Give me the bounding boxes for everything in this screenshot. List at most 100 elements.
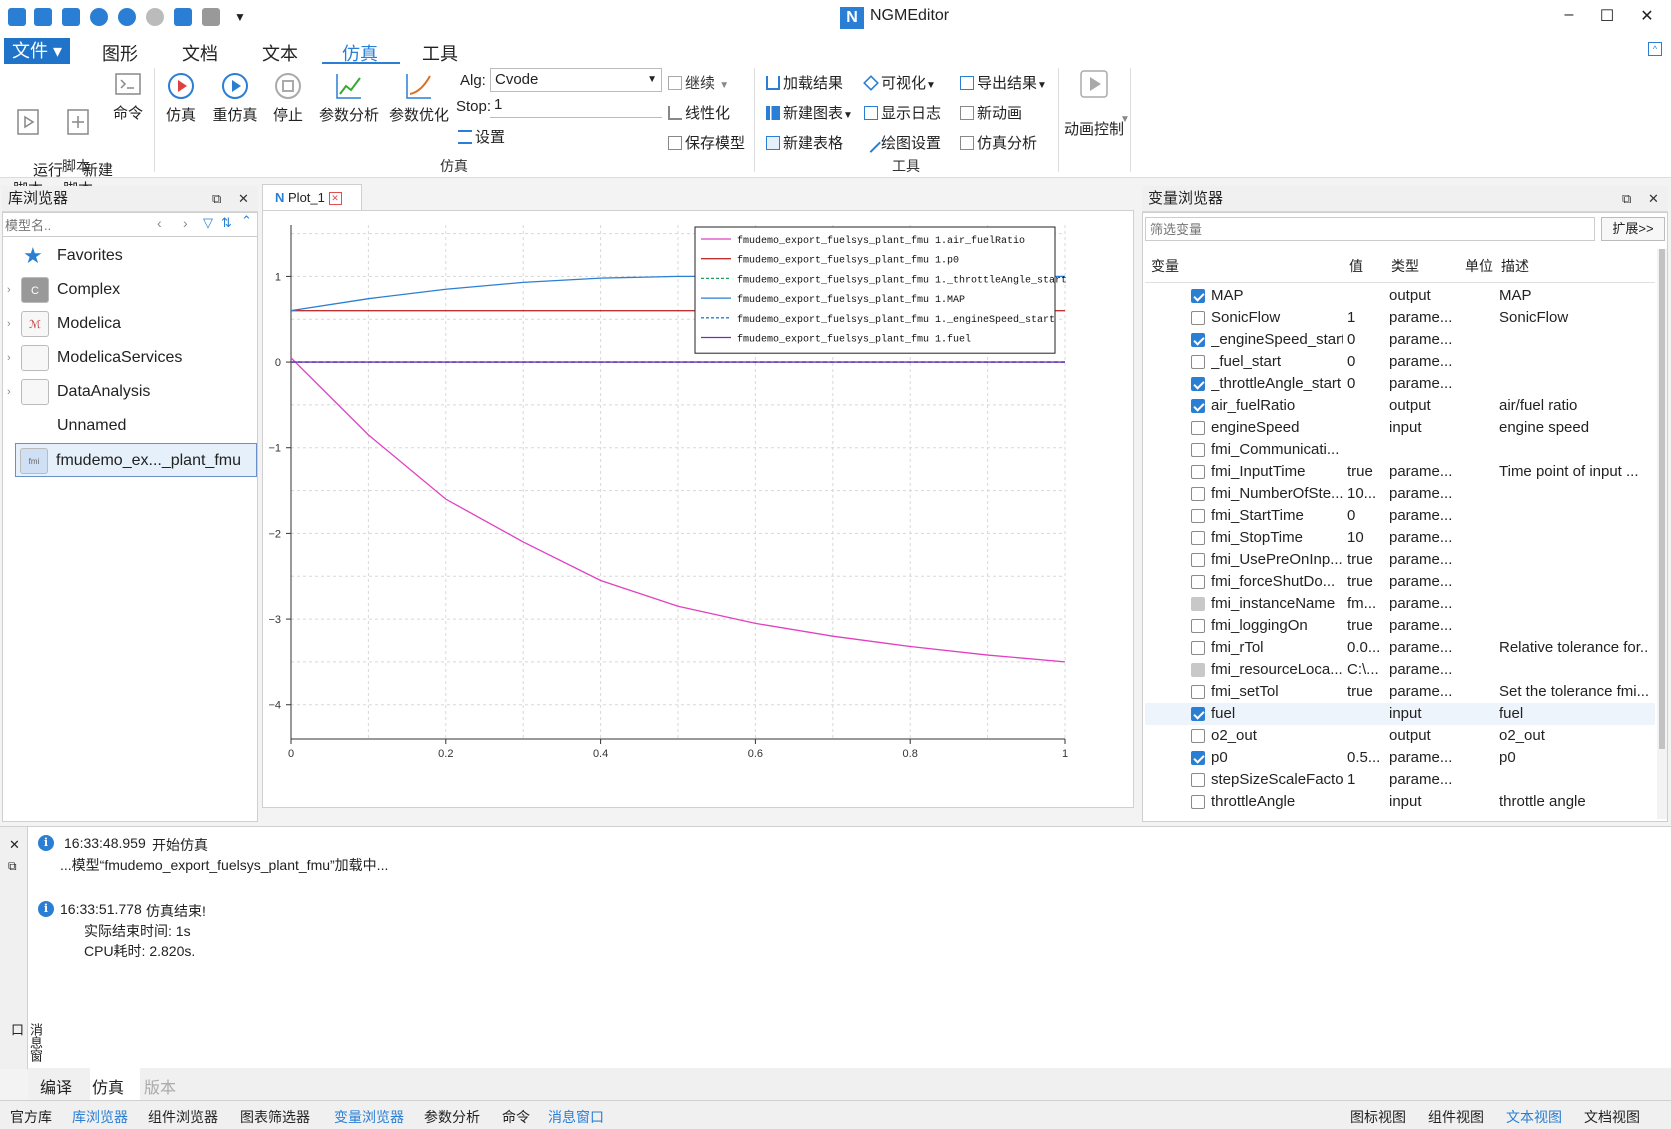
tab-compile[interactable]: 编译 — [40, 1074, 72, 1098]
variable-checkbox[interactable] — [1191, 773, 1205, 787]
variable-checkbox[interactable] — [1191, 421, 1205, 435]
variable-checkbox[interactable] — [1191, 795, 1205, 809]
close-icon[interactable]: ✕ — [1632, 6, 1662, 26]
resimulate-button[interactable]: 重仿真 — [210, 70, 260, 125]
library-item-modelica-services[interactable]: › ModelicaServices — [3, 341, 257, 375]
variable-row[interactable]: fmi_instanceName fm... parame... — [1145, 593, 1655, 615]
float-panel-icon[interactable]: ⧉ — [1622, 186, 1631, 212]
variable-row[interactable]: fmi_StartTime 0 parame... — [1145, 505, 1655, 527]
close-message-icon[interactable]: ✕ — [9, 837, 20, 853]
sb-official-library[interactable]: 官方库 — [10, 1107, 52, 1127]
message-window-side-label[interactable]: 消息窗口 — [7, 1023, 45, 1069]
maximize-icon[interactable]: ☐ — [1592, 6, 1622, 26]
linearize-button[interactable]: 线性化 — [668, 102, 730, 123]
back-icon[interactable]: ‹ — [157, 215, 162, 231]
forward-icon[interactable]: › — [183, 215, 188, 231]
variable-row[interactable]: fmi_resourceLoca... C:\... parame... — [1145, 659, 1655, 681]
variable-row[interactable]: fmi_setTol true parame... Set the tolerance… — [1145, 681, 1655, 703]
new-table-button[interactable]: 新建表格 — [766, 132, 843, 153]
variable-row[interactable]: fmi_Communicati... — [1145, 439, 1655, 461]
sort-icon[interactable]: ⇅ — [221, 215, 232, 231]
expand-arrow-icon[interactable]: › — [7, 273, 11, 307]
variable-row[interactable]: p0 0.5... parame... p0 — [1145, 747, 1655, 769]
library-search-input[interactable] — [5, 215, 145, 235]
sim-analysis-button[interactable]: 仿真分析 — [960, 132, 1037, 153]
variable-row[interactable]: air_fuelRatio output air/fuel ratio — [1145, 395, 1655, 417]
library-item-data-analysis[interactable]: › DataAnalysis — [3, 375, 257, 409]
param-analysis-button[interactable]: 参数分析 — [318, 70, 380, 125]
new-file-icon[interactable] — [8, 8, 26, 26]
variable-checkbox[interactable] — [1191, 751, 1205, 765]
code-icon[interactable] — [202, 8, 220, 26]
save-model-button[interactable]: 保存模型 — [668, 132, 745, 153]
expand-arrow-icon[interactable]: › — [7, 307, 11, 341]
settings-button[interactable]: 设置 — [458, 126, 505, 147]
float-panel-icon[interactable]: ⧉ — [212, 186, 221, 212]
ribbon-expand-icon[interactable]: ▼ — [1120, 114, 1130, 125]
stop-icon[interactable] — [146, 8, 164, 26]
menu-file[interactable]: 文件 ▾ — [4, 38, 70, 64]
tab-version[interactable]: 版本 — [144, 1074, 176, 1098]
sb-component-browser[interactable]: 组件浏览器 — [148, 1107, 218, 1127]
tab-plot-1[interactable]: N Plot_1 ✕ — [262, 184, 362, 210]
open-folder-icon[interactable] — [34, 8, 52, 26]
variable-row[interactable]: throttleAngle input throttle angle — [1145, 791, 1655, 813]
sb-document-view[interactable]: 文档视图 — [1584, 1107, 1640, 1127]
library-item-unnamed[interactable]: Unnamed — [3, 409, 257, 443]
col-unit-header[interactable]: 单位 — [1465, 249, 1493, 283]
variable-checkbox[interactable] — [1191, 289, 1205, 303]
menu-graphics[interactable]: 图形 — [102, 40, 138, 66]
variable-row[interactable]: SonicFlow 1 parame... SonicFlow — [1145, 307, 1655, 329]
close-tab-icon[interactable]: ✕ — [328, 192, 342, 205]
variable-row[interactable]: fmi_rTol 0.0... parame... Relative toleranc… — [1145, 637, 1655, 659]
variable-checkbox[interactable] — [1191, 553, 1205, 567]
plot-area[interactable]: 0 0.2 0.4 0.6 0.8 1 1 0 −1 −2 −3 −4 fmudemo_export_f… — [262, 210, 1134, 808]
sb-text-view[interactable]: 文本视图 — [1506, 1107, 1562, 1127]
variable-checkbox[interactable] — [1191, 311, 1205, 325]
plot-settings-button[interactable]: 绘图设置 — [861, 132, 941, 153]
collapse-ribbon-icon[interactable]: ^ — [1648, 42, 1662, 56]
variable-row[interactable]: fmi_StopTime 10 parame... — [1145, 527, 1655, 549]
variable-row[interactable]: _engineSpeed_start 0 parame... — [1145, 329, 1655, 351]
sb-variable-browser[interactable]: 变量浏览器 — [334, 1107, 404, 1127]
filter-icon[interactable]: ▽ — [203, 215, 213, 231]
variable-row[interactable]: stepSizeScaleFactor 1 parame... — [1145, 769, 1655, 791]
variable-scrollbar[interactable] — [1657, 249, 1667, 819]
variable-checkbox[interactable] — [1191, 355, 1205, 369]
variable-checkbox[interactable] — [1191, 707, 1205, 721]
variable-filter-input[interactable] — [1145, 217, 1595, 241]
settings-list-icon[interactable] — [174, 8, 192, 26]
menu-tools[interactable]: 工具 — [422, 40, 458, 66]
menu-document[interactable]: 文档 — [182, 40, 218, 66]
variable-checkbox[interactable] — [1191, 685, 1205, 699]
col-value-header[interactable]: 值 — [1349, 249, 1363, 283]
variable-checkbox[interactable] — [1191, 443, 1205, 457]
variable-row[interactable]: fmi_InputTime true parame... Time point of … — [1145, 461, 1655, 483]
variable-row[interactable]: _throttleAngle_start 0 parame... — [1145, 373, 1655, 395]
variable-checkbox[interactable] — [1191, 399, 1205, 413]
export-result-button[interactable]: 导出结果▼ — [960, 72, 1047, 93]
variable-row[interactable]: o2_out output o2_out — [1145, 725, 1655, 747]
expand-button[interactable]: 扩展>> — [1601, 217, 1665, 241]
variable-checkbox[interactable] — [1191, 465, 1205, 479]
animation-control-button[interactable]: 动画控制 — [1062, 68, 1126, 139]
show-log-button[interactable]: 显示日志 — [864, 102, 941, 123]
close-panel-icon[interactable]: ✕ — [238, 186, 249, 212]
col-type-header[interactable]: 类型 — [1391, 249, 1419, 283]
new-chart-button[interactable]: 新建图表▼ — [766, 102, 853, 123]
variable-row[interactable]: fmi_UsePreOnInp... true parame... — [1145, 549, 1655, 571]
float-message-icon[interactable]: ⧉ — [8, 859, 17, 874]
col-desc-header[interactable]: 描述 — [1501, 249, 1529, 283]
variable-checkbox[interactable] — [1191, 575, 1205, 589]
menu-text[interactable]: 文本 — [262, 40, 298, 66]
variable-row[interactable]: fmi_NumberOfSte... 10... parame... — [1145, 483, 1655, 505]
variable-row[interactable]: fmi_loggingOn true parame... — [1145, 615, 1655, 637]
load-result-button[interactable]: 加载结果 — [766, 72, 843, 93]
quick-access-dropdown-icon[interactable]: ▼ — [234, 10, 246, 24]
library-item-modelica[interactable]: › ℳ Modelica — [3, 307, 257, 341]
library-item-complex[interactable]: › C Complex — [3, 273, 257, 307]
new-animation-button[interactable]: 新动画 — [960, 102, 1022, 123]
variable-checkbox[interactable] — [1191, 619, 1205, 633]
variable-checkbox[interactable] — [1191, 641, 1205, 655]
variable-row[interactable]: fmi_forceShutDo... true parame... — [1145, 571, 1655, 593]
